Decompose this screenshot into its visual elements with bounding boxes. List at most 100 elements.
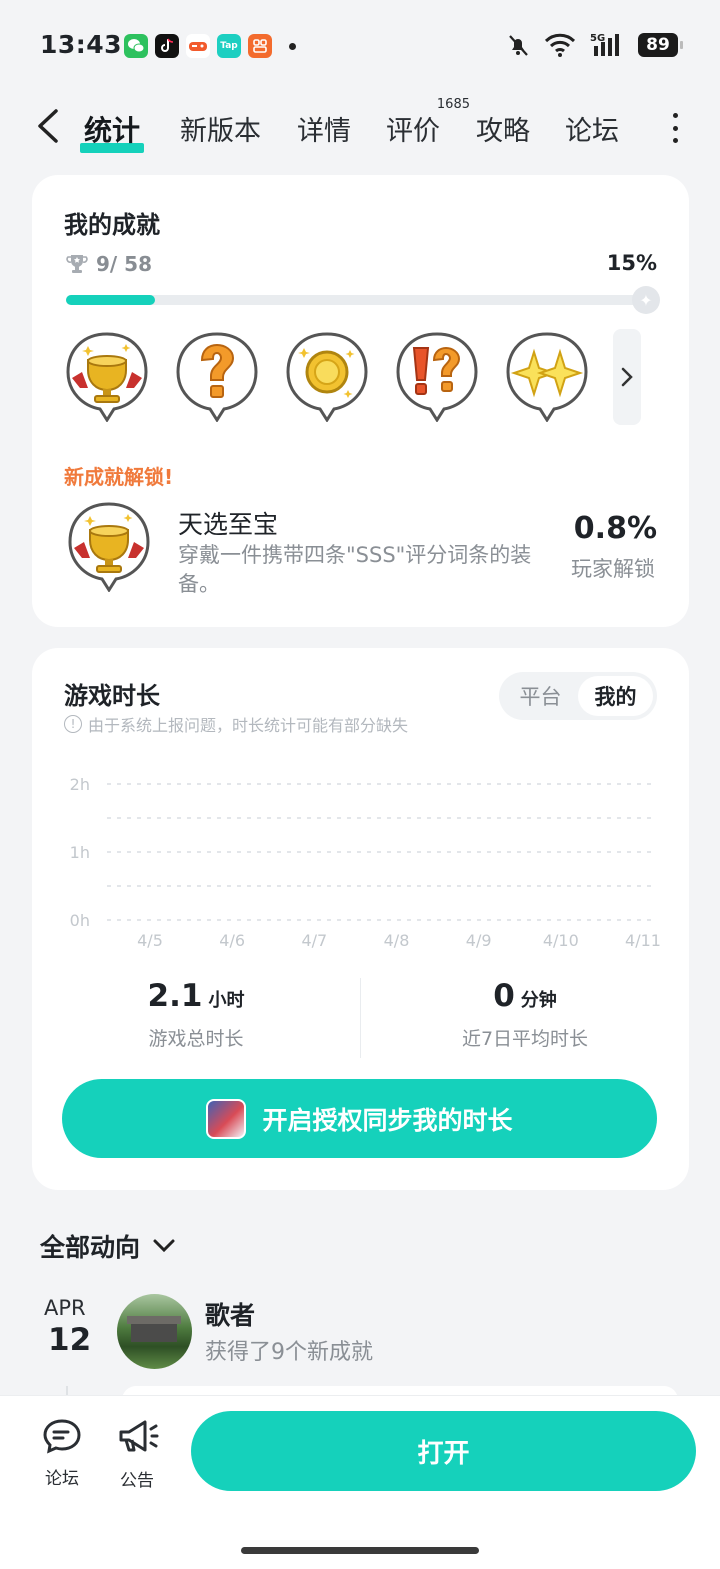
status-time: 13:43 <box>40 30 123 59</box>
back-button[interactable] <box>30 103 70 149</box>
average-playtime-value: 0 <box>493 978 515 1014</box>
achievement-progress-bar: ✦ <box>66 286 660 314</box>
feed-date-day: 12 <box>48 1322 92 1358</box>
game-icon <box>186 34 210 58</box>
average-playtime-unit: 分钟 <box>520 990 557 1011</box>
achievement-badges <box>64 330 590 422</box>
avatar-image <box>127 1316 181 1342</box>
open-game-button[interactable]: 打开 <box>191 1411 696 1491</box>
chevron-right-icon <box>621 367 633 387</box>
achievements-card[interactable]: 我的成就 9/ 58 15% ✦ 新成就解锁! 天选至宝 穿戴一件携带四条"SS… <box>32 175 689 627</box>
chevron-left-icon <box>38 109 58 143</box>
feed-title: 全部动向 <box>40 1233 141 1262</box>
latest-achievement-name: 天选至宝 <box>178 510 279 539</box>
system-icons: 5G 89 <box>506 32 683 58</box>
announcement-label: 公告 <box>120 1471 154 1491</box>
notification-icons: Tap <box>124 34 296 58</box>
avatar[interactable] <box>117 1294 192 1369</box>
wechat-icon <box>124 34 148 58</box>
status-bar: 13:43 Tap 5G 89 <box>0 0 720 92</box>
latest-achievement-rate: 0.8% <box>573 511 657 546</box>
tiktok-icon <box>155 34 179 58</box>
total-playtime-stat: 2.1 小时 游戏总时长 <box>32 978 360 1058</box>
achievement-count-text: 9/ 58 <box>96 252 153 276</box>
tab-new-version[interactable]: 新版本 <box>180 109 261 148</box>
trophy-icon <box>66 255 88 273</box>
tab-guides[interactable]: 攻略 <box>476 109 530 148</box>
achievement-percent: 15% <box>606 251 657 275</box>
average-playtime-stat: 0 分钟 近7日平均时长 <box>360 978 689 1058</box>
average-playtime-label: 近7日平均时长 <box>461 1028 589 1050</box>
info-icon: ! <box>64 715 82 733</box>
forum-icon <box>43 1419 81 1454</box>
segment-platform[interactable]: 平台 <box>503 676 578 716</box>
x-tick-label: 4/10 <box>543 931 579 950</box>
feed-filter-dropdown[interactable]: 全部动向 <box>40 1228 176 1264</box>
playtime-chart: 0h 1h 2h 4/5 4/6 4/7 4/8 4/9 4/10 4/11 <box>70 775 661 950</box>
tab-label: 攻略 <box>476 116 530 147</box>
x-tick-label: 4/5 <box>137 931 163 950</box>
tab-statistics[interactable]: 统计 <box>80 109 145 153</box>
bottom-action-bar: 论坛 公告 打开 <box>0 1395 720 1569</box>
battery-indicator: 89 <box>638 33 683 57</box>
top-navigation: 统计 新版本 详情 评价 1685 攻略 论坛 <box>0 95 720 159</box>
tab-details[interactable]: 详情 <box>297 109 351 148</box>
sparkle-stars-badge[interactable] <box>504 330 590 422</box>
golden-trophy-badge <box>68 502 150 592</box>
playtime-title: 游戏时长 <box>64 682 160 710</box>
more-notifications-dot <box>289 42 296 50</box>
progress-star-icon: ✦ <box>632 286 660 314</box>
app-icon <box>248 34 272 58</box>
authorize-sync-label: 开启授权同步我的时长 <box>262 1105 513 1135</box>
more-dot-icon <box>672 125 678 131</box>
segment-mine[interactable]: 我的 <box>578 676 653 716</box>
game-thumbnail <box>206 1098 247 1139</box>
announcement-button[interactable]: 公告 <box>107 1418 167 1491</box>
forum-label: 论坛 <box>45 1469 79 1489</box>
achievement-count: 9/ 58 <box>66 252 152 276</box>
new-unlock-label: 新成就解锁! <box>64 465 174 489</box>
x-tick-label: 4/6 <box>219 931 245 950</box>
latest-achievement-description: 穿戴一件携带四条"SSS"评分词条的装备。 <box>178 543 532 596</box>
total-playtime-unit: 小时 <box>208 990 245 1011</box>
megaphone-icon <box>119 1420 159 1452</box>
feed-user-name[interactable]: 歌者 <box>205 1296 255 1332</box>
taptap-icon: Tap <box>217 34 241 58</box>
wifi-icon <box>544 33 576 57</box>
tab-label: 详情 <box>297 116 351 147</box>
badges-next-button[interactable] <box>613 329 641 425</box>
forum-button[interactable]: 论坛 <box>32 1418 92 1489</box>
y-tick-label: 1h <box>70 843 90 862</box>
playtime-card: 游戏时长 ! 由于系统上报问题，时长统计可能有部分缺失 平台 我的 0h 1h 2h… <box>32 648 689 1190</box>
tab-label: 评价 <box>386 116 440 147</box>
playtime-source-toggle: 平台 我的 <box>499 672 657 720</box>
y-tick-label: 0h <box>70 911 90 930</box>
total-playtime-value: 2.1 <box>147 978 203 1014</box>
exclamation-question-badge[interactable] <box>394 330 480 422</box>
tab-reviews[interactable]: 评价 1685 <box>386 97 470 148</box>
review-count-badge: 1685 <box>436 97 470 112</box>
playtime-notice: ! 由于系统上报问题，时长统计可能有部分缺失 <box>64 712 408 736</box>
more-dot-icon <box>672 138 678 143</box>
more-dot-icon <box>672 113 678 118</box>
x-tick-label: 4/9 <box>466 931 492 950</box>
authorize-sync-button[interactable]: 开启授权同步我的时长 <box>62 1079 657 1158</box>
more-options-button[interactable] <box>670 113 680 143</box>
x-tick-label: 4/7 <box>301 931 327 950</box>
notice-text: 由于系统上报问题，时长统计可能有部分缺失 <box>88 716 409 735</box>
home-indicator[interactable] <box>241 1547 479 1554</box>
tab-label: 统计 <box>84 114 141 147</box>
mute-bell-icon <box>509 35 528 56</box>
feed-date-month: APR <box>44 1296 86 1320</box>
tab-forum[interactable]: 论坛 <box>565 109 619 148</box>
feed-item[interactable]: APR 12 歌者 获得了9个新成就 <box>0 1290 720 1390</box>
x-tick-label: 4/8 <box>384 931 410 950</box>
signal-icon: 5G <box>590 33 619 56</box>
y-tick-label: 2h <box>70 775 90 794</box>
feed-activity-text: 获得了9个新成就 <box>205 1340 373 1365</box>
question-mark-badge[interactable] <box>174 330 260 422</box>
total-playtime-label: 游戏总时长 <box>148 1028 244 1050</box>
golden-trophy-badge[interactable] <box>64 330 150 422</box>
gold-coin-badge[interactable] <box>284 330 370 422</box>
x-tick-label: 4/11 <box>625 931 661 950</box>
